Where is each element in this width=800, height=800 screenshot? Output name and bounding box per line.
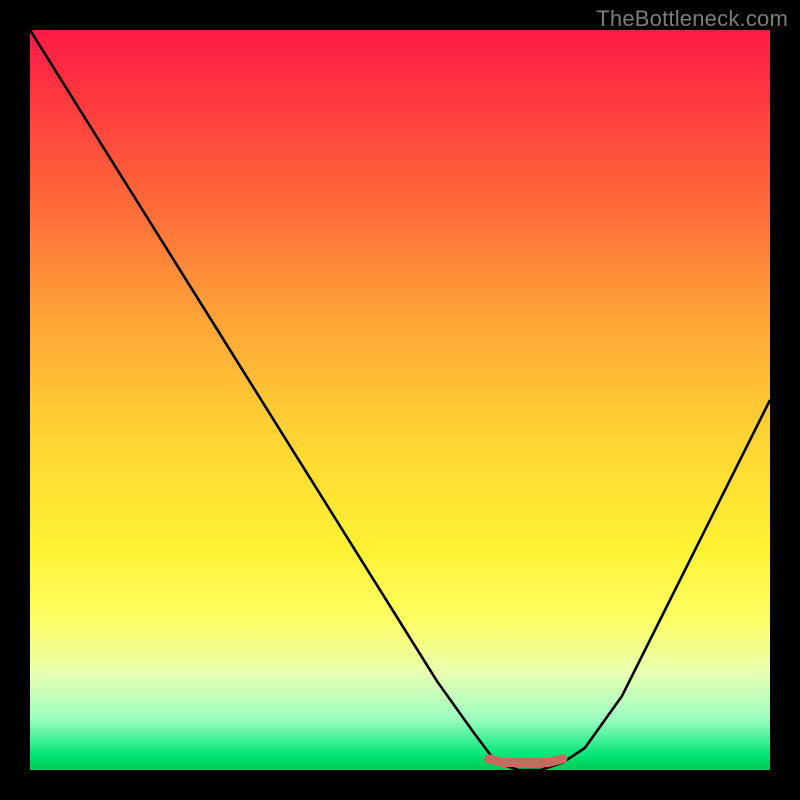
curve-line <box>30 30 770 770</box>
marker-line <box>489 759 563 763</box>
plot-area <box>30 30 770 770</box>
watermark-text: TheBottleneck.com <box>596 6 788 32</box>
chart-svg <box>30 30 770 770</box>
chart-frame: TheBottleneck.com <box>0 0 800 800</box>
